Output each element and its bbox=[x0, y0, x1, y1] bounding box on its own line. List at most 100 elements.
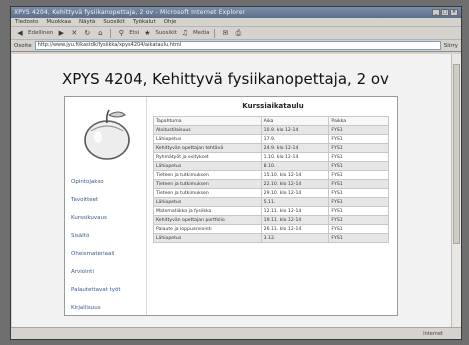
header-place: Paikka bbox=[328, 116, 389, 126]
cell-place: FYS1 bbox=[328, 161, 389, 171]
window-controls: _ □ × bbox=[432, 9, 458, 16]
cell-event: Tieteen ja tutkimuksen bbox=[153, 170, 262, 180]
scrollbar-thumb[interactable] bbox=[453, 64, 460, 244]
cell-event: Lähiopetus bbox=[153, 161, 262, 171]
forward-arrow-icon[interactable]: ▶ bbox=[56, 28, 66, 38]
sidebar-link-kurssikuvaus[interactable]: Kurssikuvaus bbox=[71, 215, 143, 221]
favorites-label[interactable]: Suosikit bbox=[155, 30, 177, 36]
cell-place: FYS1 bbox=[328, 143, 389, 153]
content-card: Opintojakso Tavoitteet Kurssikuvaus Sisä… bbox=[64, 96, 398, 316]
sidebar-nav: Opintojakso Tavoitteet Kurssikuvaus Sisä… bbox=[71, 179, 143, 323]
status-bar: Internet bbox=[11, 327, 461, 339]
table-row: Aloitustilaisuus 10.9. klo 12-14 FYS1 bbox=[153, 125, 389, 135]
address-input[interactable]: http://www.jyu.fi/kastdk/fysiikka/xpys42… bbox=[34, 41, 441, 50]
back-arrow-icon[interactable]: ◀ bbox=[15, 28, 25, 38]
sidebar-link-tavoitteet[interactable]: Tavoitteet bbox=[71, 197, 143, 203]
go-button[interactable]: Siirry bbox=[444, 43, 458, 49]
table-row: Lähiopetus 8.10. FYS1 bbox=[153, 161, 389, 171]
main-content: Kurssiaikataulu Tapahtuma Aika Paikka Al… bbox=[153, 97, 393, 243]
menu-bar: Tiedosto Muokkaa Näytä Suosikit Työkalut… bbox=[11, 18, 461, 27]
header-time: Aika bbox=[260, 116, 330, 126]
window-title: XPYS 4204, Kehittyvä fysiikanopettaja, 2… bbox=[14, 9, 246, 16]
sidebar: Opintojakso Tavoitteet Kurssikuvaus Sisä… bbox=[65, 97, 147, 315]
cell-event: Tieteen ja tutkimuksen bbox=[153, 179, 262, 189]
cell-place: FYS1 bbox=[328, 125, 389, 135]
table-row: Tieteen ja tutkimuksen 29.10. klo 12-14 FY… bbox=[153, 188, 389, 198]
menu-view[interactable]: Näytä bbox=[79, 19, 95, 25]
sidebar-link-arviointi[interactable]: Arviointi bbox=[71, 269, 143, 275]
table-row: Tieteen ja tutkimuksen 22.10. klo 12-14 FY… bbox=[153, 179, 389, 189]
cell-time: 26.11. klo 12-14 bbox=[260, 224, 330, 234]
menu-tools[interactable]: Työkalut bbox=[133, 19, 156, 25]
table-row: Matematiikka ja fysiikka 12.11. klo 12-14… bbox=[153, 206, 389, 216]
cell-time: 8.10. bbox=[260, 161, 330, 171]
table-row: Kehittyvän opettajan tehtävä 24.9. klo 12… bbox=[153, 143, 389, 153]
browser-window: XPYS 4204, Kehittyvä fysiikanopettaja, 2… bbox=[10, 6, 462, 340]
cell-time: 17.9. bbox=[260, 134, 330, 144]
search-icon[interactable]: ⚲ bbox=[116, 28, 126, 38]
sidebar-link-sisalto[interactable]: Sisältö bbox=[71, 233, 143, 239]
cell-time: 12.11. klo 12-14 bbox=[260, 206, 330, 216]
toolbar: ◀ Edellinen ▶ ✕ ↻ ⌂ ⚲ Etsi ★ Suosikit ♫ … bbox=[11, 27, 461, 40]
favorites-star-icon[interactable]: ★ bbox=[142, 28, 152, 38]
sidebar-link-oheismateriaali[interactable]: Oheismateriaali bbox=[71, 251, 143, 257]
refresh-icon[interactable]: ↻ bbox=[82, 28, 92, 38]
page-title: XPYS 4204, Kehittyvä fysiikanopettaja, 2… bbox=[62, 70, 389, 88]
home-icon[interactable]: ⌂ bbox=[95, 28, 105, 38]
cell-event: Lähiopetus bbox=[153, 197, 262, 207]
print-icon[interactable]: ⎙ bbox=[233, 28, 243, 38]
maximize-button[interactable]: □ bbox=[441, 9, 449, 16]
address-bar: Osoite http://www.jyu.fi/kastdk/fysiikka… bbox=[11, 40, 461, 52]
back-label[interactable]: Edellinen bbox=[28, 30, 53, 36]
menu-edit[interactable]: Muokkaa bbox=[46, 19, 71, 25]
page-viewport: XPYS 4204, Kehittyvä fysiikanopettaja, 2… bbox=[12, 54, 452, 327]
cell-place: FYS1 bbox=[328, 197, 389, 207]
media-icon[interactable]: ♫ bbox=[180, 28, 190, 38]
table-header-row: Tapahtuma Aika Paikka bbox=[153, 116, 389, 126]
cell-place: FYS1 bbox=[328, 134, 389, 144]
sidebar-link-palautettavat[interactable]: Palautettavat työt bbox=[71, 287, 143, 293]
cell-event: Lähiopetus bbox=[153, 233, 262, 243]
table-row: Lähiopetus 3.12. FYS1 bbox=[153, 233, 389, 243]
schedule-table: Tapahtuma Aika Paikka Aloitustilaisuus 10… bbox=[153, 116, 389, 243]
cell-event: Kehittyvän opettajan portfolio bbox=[153, 215, 262, 225]
toolbar-separator bbox=[214, 28, 216, 38]
cell-time: 15.10. klo 12-14 bbox=[260, 170, 330, 180]
schedule-body: Aloitustilaisuus 10.9. klo 12-14 FYS1 Lähio… bbox=[153, 125, 389, 243]
table-row: Lähiopetus 17.9. FYS1 bbox=[153, 134, 389, 144]
close-button[interactable]: × bbox=[450, 9, 458, 16]
cell-time: 3.12. bbox=[260, 233, 330, 243]
menu-file[interactable]: Tiedosto bbox=[15, 19, 38, 25]
cell-time: 1.10. klo 12-14 bbox=[260, 152, 330, 162]
sidebar-link-kirjallisuus[interactable]: Kirjallisuus bbox=[71, 305, 143, 311]
table-row: Kehittyvän opettajan portfolio 19.11. klo… bbox=[153, 215, 389, 225]
cell-event: Ryhmätyöt ja esitykset bbox=[153, 152, 262, 162]
menu-help[interactable]: Ohje bbox=[164, 19, 177, 25]
sidebar-link-opintojakso[interactable]: Opintojakso bbox=[71, 179, 143, 185]
table-row: Tieteen ja tutkimuksen 15.10. klo 12-14 FY… bbox=[153, 170, 389, 180]
cell-place: FYS1 bbox=[328, 233, 389, 243]
table-row: Ryhmätyöt ja esitykset 1.10. klo 12-14 FYS… bbox=[153, 152, 389, 162]
cell-place: FYS1 bbox=[328, 215, 389, 225]
mail-icon[interactable]: ✉ bbox=[220, 28, 230, 38]
status-zone: Internet bbox=[423, 331, 443, 337]
menu-favorites[interactable]: Suosikit bbox=[103, 19, 125, 25]
cell-event: Kehittyvän opettajan tehtävä bbox=[153, 143, 262, 153]
cell-event: Matematiikka ja fysiikka bbox=[153, 206, 262, 216]
table-row: Lähiopetus 5.11. FYS1 bbox=[153, 197, 389, 207]
search-label[interactable]: Etsi bbox=[129, 30, 139, 36]
cell-place: FYS1 bbox=[328, 152, 389, 162]
apple-logo-icon bbox=[84, 109, 130, 160]
vertical-scrollbar[interactable] bbox=[451, 54, 461, 327]
title-bar: XPYS 4204, Kehittyvä fysiikanopettaja, 2… bbox=[11, 7, 461, 18]
cell-event: Palaute ja loppuarviointi bbox=[153, 224, 262, 234]
stop-icon[interactable]: ✕ bbox=[69, 28, 79, 38]
cell-time: 19.11. klo 12-14 bbox=[260, 215, 330, 225]
table-row: Palaute ja loppuarviointi 26.11. klo 12-1… bbox=[153, 224, 389, 234]
minimize-button[interactable]: _ bbox=[432, 9, 440, 16]
media-label[interactable]: Media bbox=[193, 30, 210, 36]
cell-place: FYS1 bbox=[328, 224, 389, 234]
cell-time: 10.9. klo 12-14 bbox=[260, 125, 330, 135]
cell-event: Lähiopetus bbox=[153, 134, 262, 144]
cell-time: 29.10. klo 12-14 bbox=[260, 188, 330, 198]
